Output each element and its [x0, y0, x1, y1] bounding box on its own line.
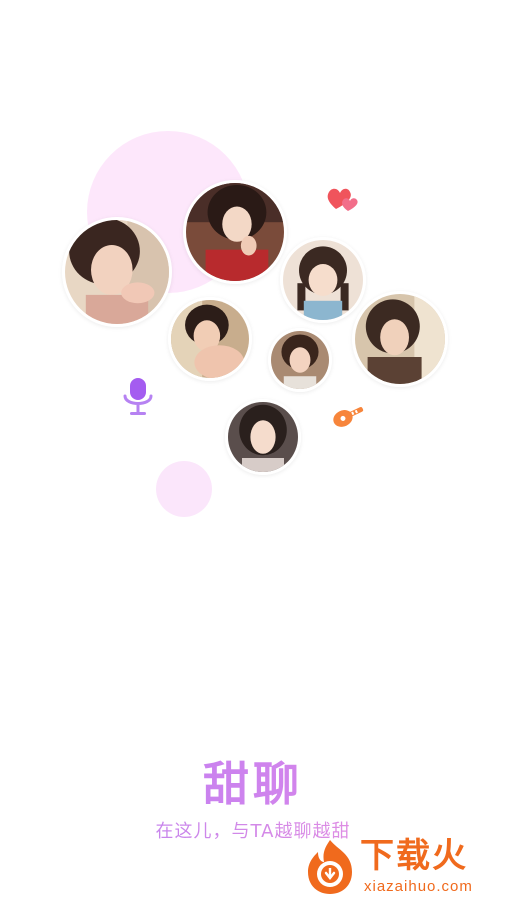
- app-title: 甜聊: [0, 754, 506, 814]
- watermark-url: xiazaihuo.com: [364, 878, 473, 895]
- avatar-photo: [268, 328, 332, 392]
- splash-screen: 甜聊 在这儿，与TA越聊越甜 下载火 xiazaihuo.com: [0, 0, 506, 900]
- microphone-icon: [120, 376, 156, 418]
- avatar-photo: [352, 291, 448, 387]
- avatar-photo: [168, 297, 252, 381]
- decorative-bubble-small: [156, 461, 212, 517]
- hearts-icon: [326, 183, 360, 213]
- avatar-photo: [225, 399, 301, 475]
- guitar-icon: [330, 400, 366, 430]
- watermark: 下载火 xiazaihuo.com: [298, 834, 504, 898]
- watermark-name: 下载火: [360, 836, 468, 876]
- avatar-photo: [280, 237, 366, 323]
- fire-logo-icon: [300, 836, 360, 896]
- avatar-photo: [183, 180, 287, 284]
- avatar-photo: [62, 217, 172, 327]
